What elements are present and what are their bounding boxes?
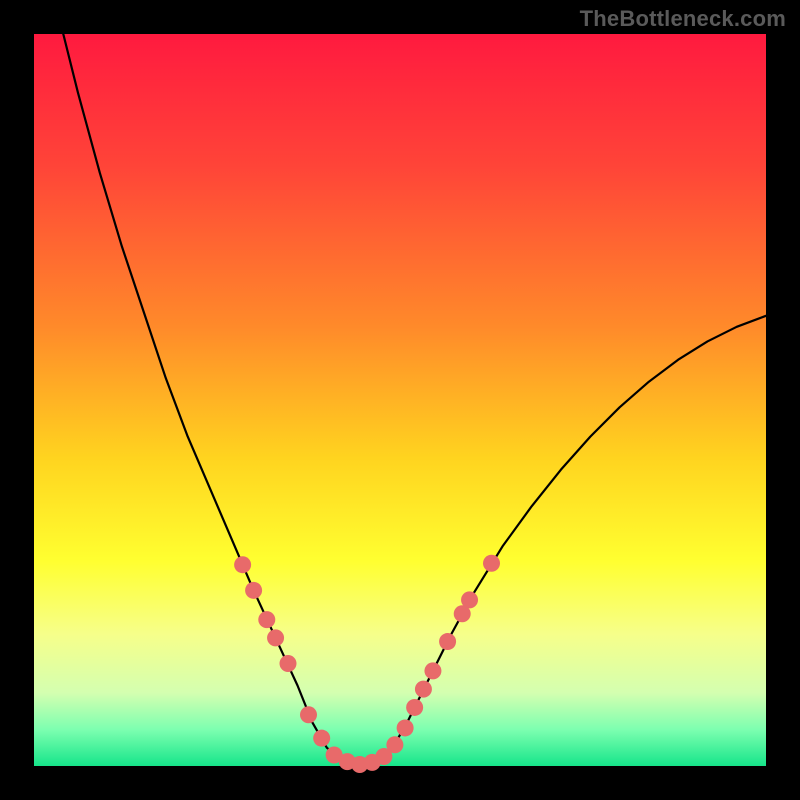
marker-dot bbox=[424, 662, 441, 679]
marker-dot bbox=[300, 706, 317, 723]
chart-frame: { "watermark": "TheBottleneck.com", "cha… bbox=[0, 0, 800, 800]
marker-dot bbox=[483, 555, 500, 572]
marker-dot bbox=[386, 736, 403, 753]
marker-dot bbox=[267, 629, 284, 646]
marker-dot bbox=[245, 582, 262, 599]
marker-dot bbox=[280, 655, 297, 672]
marker-dot bbox=[406, 699, 423, 716]
marker-dot bbox=[234, 556, 251, 573]
marker-dot bbox=[461, 591, 478, 608]
marker-dot bbox=[397, 719, 414, 736]
bottleneck-chart bbox=[0, 0, 800, 800]
marker-dot bbox=[439, 633, 456, 650]
marker-dot bbox=[415, 681, 432, 698]
marker-dot bbox=[258, 611, 275, 628]
marker-dot bbox=[313, 730, 330, 747]
plot-background bbox=[34, 34, 766, 766]
